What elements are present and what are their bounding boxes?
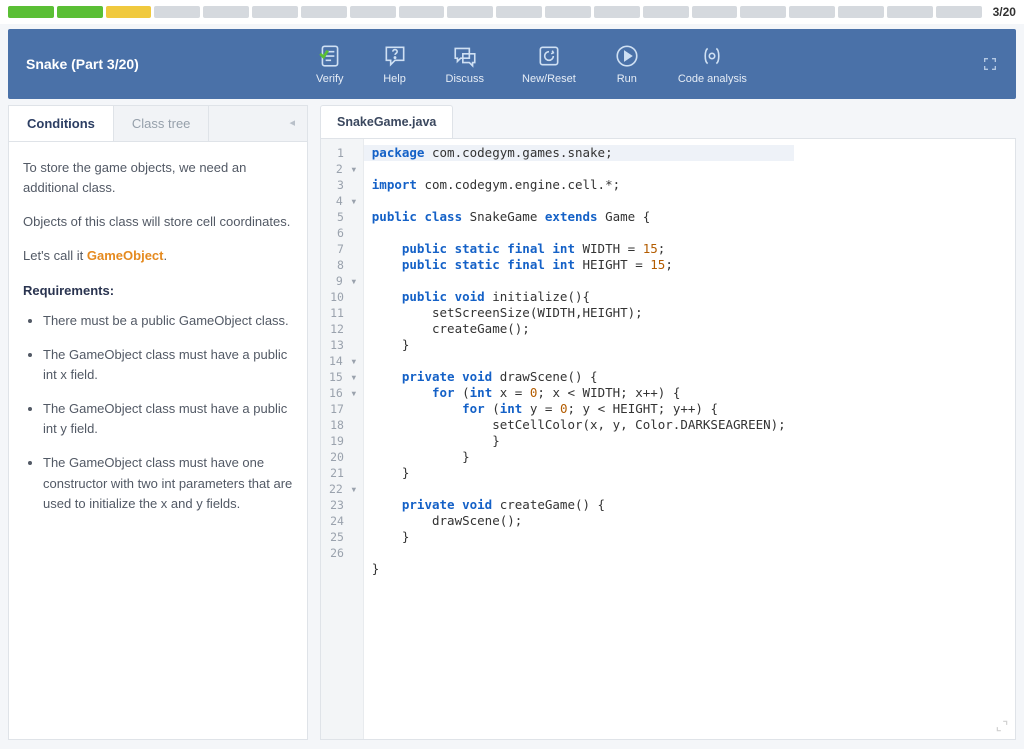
progress-seg	[203, 6, 249, 18]
progress-seg	[57, 6, 103, 18]
header: Snake (Part 3/20) Verify Help Discuss Ne…	[8, 29, 1016, 99]
progress-seg	[692, 6, 738, 18]
progress-count: 3/20	[985, 5, 1016, 19]
progress-seg	[8, 6, 54, 18]
progress-seg	[496, 6, 542, 18]
run-button[interactable]: Run	[614, 43, 640, 85]
analysis-label: Code analysis	[678, 73, 747, 85]
run-label: Run	[617, 73, 637, 85]
fullscreen-icon[interactable]	[982, 56, 998, 72]
progress-seg	[887, 6, 933, 18]
tab-conditions[interactable]: Conditions	[9, 106, 114, 141]
progress-seg	[252, 6, 298, 18]
progress-seg	[789, 6, 835, 18]
main: Conditions Class tree ◂ To store the gam…	[8, 105, 1016, 740]
code-area[interactable]: package com.codegym.games.snake; import …	[364, 139, 794, 739]
help-icon	[382, 43, 408, 69]
progress-seg	[594, 6, 640, 18]
progress-seg	[399, 6, 445, 18]
gutter: 1 2 ▾ 3 4 ▾ 5 6 7 8 9 ▾ 10 11 12 13 14 ▾…	[321, 139, 364, 739]
requirement-item: The GameObject class must have a public …	[43, 345, 293, 385]
discuss-icon	[452, 43, 478, 69]
progress-seg	[838, 6, 884, 18]
requirement-item: There must be a public GameObject class.	[43, 311, 293, 331]
requirements-list: There must be a public GameObject class.…	[23, 311, 293, 514]
reset-icon	[536, 43, 562, 69]
file-tabs: SnakeGame.java	[320, 105, 1016, 138]
conditions-body: To store the game objects, we need an ad…	[9, 142, 307, 544]
analysis-button[interactable]: Code analysis	[678, 43, 747, 85]
progress-seg	[301, 6, 347, 18]
tab-classtree[interactable]: Class tree	[114, 106, 210, 141]
requirement-item: The GameObject class must have one const…	[43, 453, 293, 513]
verify-icon	[317, 43, 343, 69]
toolbar: Verify Help Discuss New/Reset Run Code a…	[316, 43, 747, 85]
progress-seg	[154, 6, 200, 18]
newreset-button[interactable]: New/Reset	[522, 43, 576, 85]
progress-bar: 3/20	[0, 0, 1024, 24]
progress-seg	[545, 6, 591, 18]
help-button[interactable]: Help	[382, 43, 408, 85]
right-panel: SnakeGame.java 1 2 ▾ 3 4 ▾ 5 6 7 8 9 ▾ 1…	[320, 105, 1016, 740]
left-panel: Conditions Class tree ◂ To store the gam…	[8, 105, 308, 740]
newreset-label: New/Reset	[522, 73, 576, 85]
verify-button[interactable]: Verify	[316, 43, 344, 85]
left-tabs: Conditions Class tree ◂	[9, 106, 307, 142]
collapse-sidebar-icon[interactable]: ◂	[277, 106, 307, 141]
requirements-title: Requirements:	[23, 281, 293, 301]
progress-seg	[643, 6, 689, 18]
discuss-label: Discuss	[446, 73, 485, 85]
highlight-classname: GameObject	[87, 248, 164, 263]
progress-seg	[936, 6, 982, 18]
progress-seg	[447, 6, 493, 18]
conditions-text: Let's call it GameObject.	[23, 246, 293, 266]
code-editor[interactable]: 1 2 ▾ 3 4 ▾ 5 6 7 8 9 ▾ 10 11 12 13 14 ▾…	[320, 138, 1016, 740]
editor-expand-icon[interactable]	[995, 719, 1009, 733]
progress-seg	[350, 6, 396, 18]
progress-seg	[106, 6, 152, 18]
requirement-item: The GameObject class must have a public …	[43, 399, 293, 439]
progress-seg	[740, 6, 786, 18]
conditions-text: To store the game objects, we need an ad…	[23, 158, 293, 198]
verify-label: Verify	[316, 73, 344, 85]
page-title: Snake (Part 3/20)	[26, 56, 316, 72]
conditions-text: Objects of this class will store cell co…	[23, 212, 293, 232]
run-icon	[614, 43, 640, 69]
discuss-button[interactable]: Discuss	[446, 43, 485, 85]
analysis-icon	[699, 43, 725, 69]
help-label: Help	[383, 73, 406, 85]
file-tab[interactable]: SnakeGame.java	[320, 105, 453, 138]
